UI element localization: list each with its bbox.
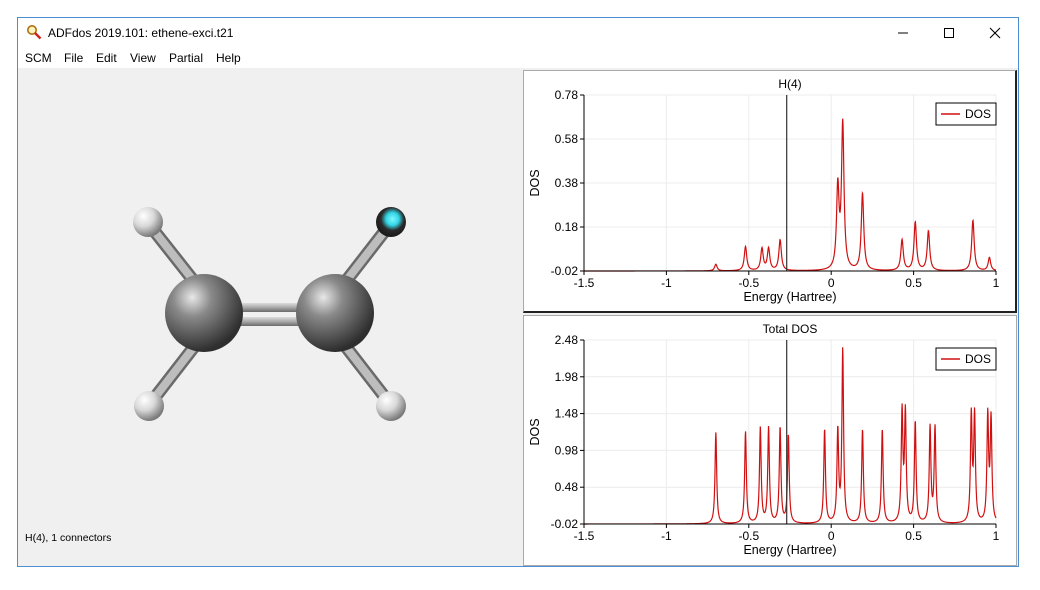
x-tick-label: -1.5 [574, 529, 595, 543]
x-tick-label: -1 [661, 529, 672, 543]
atom-h4-selected[interactable] [376, 207, 406, 237]
y-axis-label: DOS [528, 169, 542, 196]
molecule-canvas[interactable] [18, 68, 523, 528]
plot-panel-total[interactable]: Total DOS -1.5 -1 -0.5 0 0.5 1 -0.02 0.48 0.98 1.4… [523, 315, 1017, 566]
menu-view[interactable]: View [130, 51, 156, 65]
y-tick-label: 0.48 [555, 480, 579, 494]
chart-title: Total DOS [763, 322, 818, 336]
atom-h-lower-left[interactable] [134, 391, 164, 421]
status-text: H(4), 1 connectors [25, 532, 112, 544]
dos-series-line [584, 347, 997, 525]
y-tick-label: -0.02 [551, 264, 579, 278]
dos-series-line [584, 118, 997, 272]
minimize-icon [898, 32, 908, 34]
y-tick-label: 0.58 [555, 132, 579, 146]
y-tick-label: 1.98 [555, 370, 579, 384]
x-tick-label: 1 [993, 529, 1000, 543]
atom-h-lower-right[interactable] [376, 391, 406, 421]
y-tick-label: -0.02 [551, 517, 579, 531]
close-icon [989, 27, 1001, 39]
menu-edit[interactable]: Edit [96, 51, 117, 65]
menu-scm[interactable]: SCM [25, 51, 52, 65]
legend-label: DOS [965, 352, 991, 366]
menu-help[interactable]: Help [216, 51, 241, 65]
y-tick-label: 1.48 [555, 407, 579, 421]
x-tick-label: -1.5 [574, 276, 595, 290]
close-button[interactable] [972, 18, 1018, 48]
menu-partial[interactable]: Partial [169, 51, 203, 65]
molecule-viewer[interactable]: H(4), 1 connectors [18, 68, 523, 566]
magnifier-icon [27, 25, 42, 40]
x-tick-label: 0 [828, 276, 835, 290]
maximize-icon [944, 28, 954, 38]
atom-h-upper-left[interactable] [133, 207, 163, 237]
y-tick-label: 2.48 [555, 333, 579, 347]
x-tick-label: 0.5 [905, 276, 922, 290]
menu-bar: SCM File Edit View Partial Help [18, 48, 1018, 68]
minimize-button[interactable] [880, 18, 926, 48]
x-axis-label: Energy (Hartree) [743, 290, 836, 304]
y-tick-label: 0.38 [555, 176, 579, 190]
y-tick-label: 0.78 [555, 88, 579, 102]
app-window: ADFdos 2019.101: ethene-exci.t21 SCM Fil… [17, 17, 1019, 567]
window-title: ADFdos 2019.101: ethene-exci.t21 [48, 26, 234, 40]
chart-title: H(4) [778, 77, 801, 91]
dos-chart-h4[interactable]: H(4) -1.5 -1 -0.5 0 0.5 1 -0.02 0.18 0.38 0.58 0.78… [524, 71, 1018, 314]
title-bar[interactable]: ADFdos 2019.101: ethene-exci.t21 [18, 18, 1018, 48]
legend-label: DOS [965, 107, 991, 121]
x-tick-label: 0 [828, 529, 835, 543]
maximize-button[interactable] [926, 18, 972, 48]
x-tick-label: -1 [661, 276, 672, 290]
x-tick-label: -0.5 [738, 276, 759, 290]
y-tick-label: 0.18 [555, 220, 579, 234]
atom-c-left[interactable] [165, 274, 243, 352]
y-axis-label: DOS [528, 418, 542, 445]
menu-file[interactable]: File [64, 51, 83, 65]
x-tick-label: -0.5 [738, 529, 759, 543]
dos-chart-total[interactable]: Total DOS -1.5 -1 -0.5 0 0.5 1 -0.02 0.48 0.98 1.4… [524, 316, 1018, 567]
plot-panel-atom[interactable]: H(4) -1.5 -1 -0.5 0 0.5 1 -0.02 0.18 0.38 0.58 0.78… [523, 70, 1017, 313]
x-tick-label: 0.5 [905, 529, 922, 543]
x-axis-label: Energy (Hartree) [743, 543, 836, 557]
atom-c-right[interactable] [296, 274, 374, 352]
y-tick-label: 0.98 [555, 443, 579, 457]
x-tick-label: 1 [993, 276, 1000, 290]
